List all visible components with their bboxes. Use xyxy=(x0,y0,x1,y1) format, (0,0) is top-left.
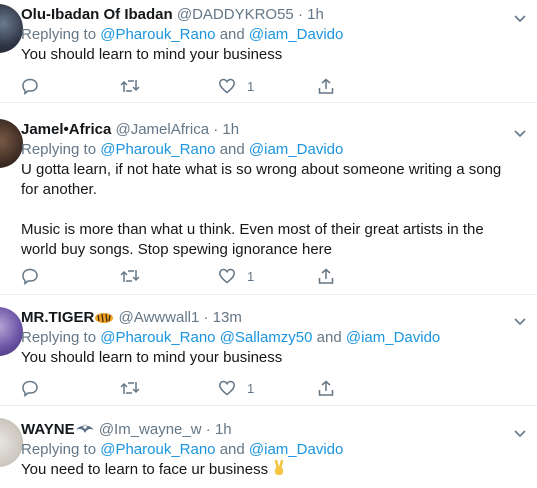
like-count: 1 xyxy=(247,268,255,284)
mention-link[interactable]: @iam_Davido xyxy=(249,441,343,458)
heart-icon xyxy=(219,380,235,396)
replying-to: Replying to @Pharouk_Rano @Sallamzy50 an… xyxy=(21,328,507,348)
share-icon xyxy=(318,380,334,396)
retweet-button[interactable] xyxy=(119,77,141,95)
tweet-header: MR.TIGER @Awwwall1 · 13m xyxy=(21,308,507,328)
replying-to-label: Replying to xyxy=(21,441,97,458)
tweet[interactable]: MR.TIGER @Awwwall1 · 13m Replying to @Ph… xyxy=(0,295,537,406)
avatar[interactable] xyxy=(0,4,23,53)
replying-to-joiner: and xyxy=(219,26,245,43)
heart-icon xyxy=(219,78,235,94)
reply-button[interactable] xyxy=(21,267,39,285)
tweet-header: WAYNE @Im_wayne_w · 1h xyxy=(21,420,507,440)
tweet[interactable]: Jamel•Africa @JamelAfrica · 1h Replying … xyxy=(0,103,537,295)
replying-to-joiner: and xyxy=(316,329,342,346)
user-handle[interactable]: @DADDYKRO55 xyxy=(177,6,294,23)
reply-icon xyxy=(22,78,38,95)
tweet-text-paragraph: U gotta learn, if not hate what is so wr… xyxy=(21,161,502,198)
mention-link[interactable]: @Pharouk_Rano xyxy=(100,26,215,43)
replying-to-label: Replying to xyxy=(21,329,97,346)
like-count: 1 xyxy=(247,78,255,94)
tweet-header: Olu-Ibadan Of Ibadan @DADDYKRO55 · 1h xyxy=(21,5,507,25)
separator: · xyxy=(205,421,211,438)
tweet-text: U gotta learn, if not hate what is so wr… xyxy=(21,160,507,260)
reply-button[interactable] xyxy=(21,379,39,397)
tweet[interactable]: WAYNE @Im_wayne_w · 1h Replying to @Phar… xyxy=(0,406,537,488)
mention-link[interactable]: @Pharouk_Rano xyxy=(100,441,215,458)
retweet-icon xyxy=(120,382,140,394)
like-count: 1 xyxy=(247,380,255,396)
chevron-down-icon[interactable] xyxy=(513,11,527,25)
retweet-icon xyxy=(120,80,140,92)
mention-link[interactable]: @iam_Davido xyxy=(249,141,343,158)
mention-link[interactable]: @Pharouk_Rano xyxy=(100,141,215,158)
mention-link[interactable]: @iam_Davido xyxy=(346,329,440,346)
separator: · xyxy=(297,6,303,23)
mention-link[interactable]: @Sallamzy50 xyxy=(220,329,313,346)
replying-to: Replying to @Pharouk_Rano and @iam_David… xyxy=(21,140,507,160)
tweet-header: Jamel•Africa @JamelAfrica · 1h xyxy=(21,120,507,140)
share-button[interactable] xyxy=(317,379,335,397)
separator: · xyxy=(213,121,219,138)
reply-button[interactable] xyxy=(21,77,39,95)
separator: · xyxy=(203,309,209,326)
tweet[interactable]: Olu-Ibadan Of Ibadan @DADDYKRO55 · 1h Re… xyxy=(0,0,537,103)
tweet-text: You need to learn to face ur business xyxy=(21,460,507,480)
reply-icon xyxy=(22,268,38,285)
chevron-down-icon[interactable] xyxy=(513,314,527,328)
retweet-button[interactable] xyxy=(119,267,141,285)
like-button[interactable]: 1 xyxy=(218,379,254,397)
avatar[interactable] xyxy=(0,307,23,356)
eagle-emoji-icon xyxy=(75,424,94,433)
tiger-emoji-icon xyxy=(95,313,114,323)
user-handle[interactable]: @JamelAfrica xyxy=(115,121,209,138)
chevron-down-icon[interactable] xyxy=(513,126,527,140)
like-button[interactable]: 1 xyxy=(218,77,254,95)
display-name[interactable]: MR.TIGER xyxy=(21,309,94,326)
reply-icon xyxy=(22,380,38,397)
chevron-down-icon[interactable] xyxy=(513,426,527,440)
share-icon xyxy=(318,78,334,94)
display-name[interactable]: Jamel•Africa xyxy=(21,121,111,138)
share-button[interactable] xyxy=(317,267,335,285)
timestamp[interactable]: 1h xyxy=(222,121,239,138)
display-name[interactable]: Olu-Ibadan Of Ibadan xyxy=(21,6,173,23)
timestamp[interactable]: 13m xyxy=(213,309,242,326)
replying-to: Replying to @Pharouk_Rano and @iam_David… xyxy=(21,440,507,460)
user-handle[interactable]: @Im_wayne_w xyxy=(99,421,202,438)
avatar[interactable] xyxy=(0,119,23,168)
like-button[interactable]: 1 xyxy=(218,267,254,285)
retweet-icon xyxy=(120,270,140,282)
replying-to-joiner: and xyxy=(219,441,245,458)
tweet-text: You should learn to mind your business xyxy=(21,348,507,368)
user-handle[interactable]: @Awwwall1 xyxy=(119,309,200,326)
tweet-text: You should learn to mind your business xyxy=(21,45,507,65)
replying-to-label: Replying to xyxy=(21,26,97,43)
share-icon xyxy=(318,268,334,284)
tweet-text-paragraph: You should learn to mind your business xyxy=(21,349,283,366)
avatar[interactable] xyxy=(0,418,23,467)
replying-to-label: Replying to xyxy=(21,141,97,158)
tweet-text-content: You need to learn to face ur business xyxy=(21,461,269,478)
victory-hand-emoji-icon xyxy=(274,460,284,475)
retweet-button[interactable] xyxy=(119,379,141,397)
heart-icon xyxy=(219,268,235,284)
timestamp[interactable]: 1h xyxy=(215,421,232,438)
share-button[interactable] xyxy=(317,77,335,95)
mention-link[interactable]: @Pharouk_Rano xyxy=(100,329,215,346)
tweet-text-paragraph: Music is more than what u think. Even mo… xyxy=(21,221,484,258)
replying-to: Replying to @Pharouk_Rano and @iam_David… xyxy=(21,25,507,45)
tweet-text-paragraph: You should learn to mind your business xyxy=(21,46,283,63)
mention-link[interactable]: @iam_Davido xyxy=(249,26,343,43)
replying-to-joiner: and xyxy=(219,141,245,158)
tweet-text-paragraph: You need to learn to face ur business xyxy=(21,460,507,480)
display-name[interactable]: WAYNE xyxy=(21,421,75,438)
timestamp[interactable]: 1h xyxy=(307,6,324,23)
